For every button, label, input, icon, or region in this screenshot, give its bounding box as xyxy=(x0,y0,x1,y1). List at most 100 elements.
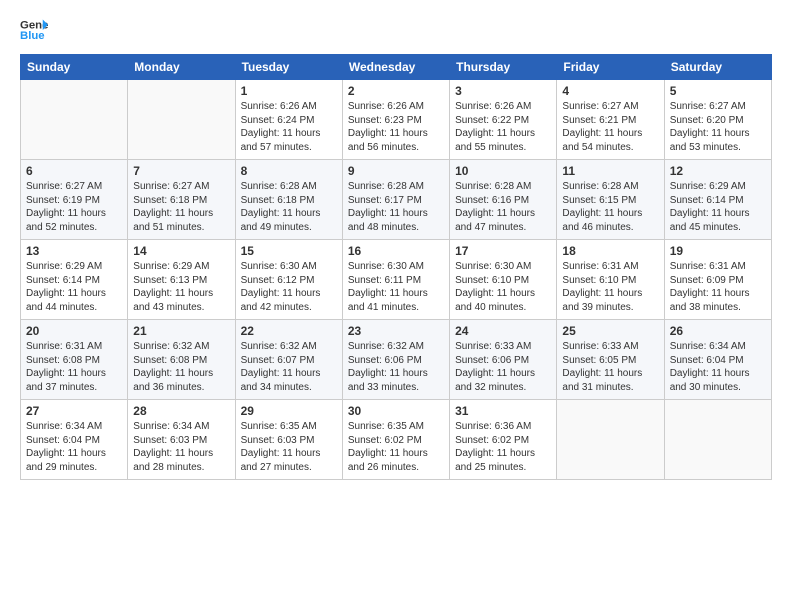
day-cell: 30 Sunrise: 6:35 AMSunset: 6:02 PMDayligh… xyxy=(342,400,449,480)
day-info: Sunrise: 6:32 AMSunset: 6:07 PMDaylight:… xyxy=(241,340,337,394)
day-info: Sunrise: 6:27 AMSunset: 6:18 PMDaylight:… xyxy=(133,180,229,234)
day-cell: 22 Sunrise: 6:32 AMSunset: 6:07 PMDayligh… xyxy=(235,320,342,400)
day-cell: 24 Sunrise: 6:33 AMSunset: 6:06 PMDayligh… xyxy=(450,320,557,400)
day-cell: 15Sunrise: 6:30 AMSunset: 6:12 PMDayligh… xyxy=(235,240,342,320)
day-info: Sunrise: 6:28 AMSunset: 6:18 PMDaylight:… xyxy=(241,180,337,234)
day-info: Sunrise: 6:30 AMSunset: 6:11 PMDaylight:… xyxy=(348,260,444,314)
page: General Blue SundayMondayTuesdayWednesda… xyxy=(0,0,792,612)
day-info: Sunrise: 6:30 AMSunset: 6:12 PMDaylight:… xyxy=(241,260,337,314)
day-info: Sunrise: 6:31 AMSunset: 6:09 PMDaylight:… xyxy=(670,260,766,314)
day-number: 22 xyxy=(241,324,337,338)
day-cell xyxy=(21,80,128,160)
day-number: 25 xyxy=(562,324,658,338)
day-cell: 20 Sunrise: 6:31 AMSunset: 6:08 PMDayligh… xyxy=(21,320,128,400)
day-number: 10 xyxy=(455,164,551,178)
day-cell: 13 Sunrise: 6:29 AMSunset: 6:14 PMDayligh… xyxy=(21,240,128,320)
day-number: 21 xyxy=(133,324,229,338)
day-cell: 21 Sunrise: 6:32 AMSunset: 6:08 PMDayligh… xyxy=(128,320,235,400)
day-info: Sunrise: 6:28 AMSunset: 6:15 PMDaylight:… xyxy=(562,180,658,234)
day-number: 31 xyxy=(455,404,551,418)
day-info: Sunrise: 6:31 AMSunset: 6:10 PMDaylight:… xyxy=(562,260,658,314)
day-cell: 2 Sunrise: 6:26 AMSunset: 6:23 PMDaylight… xyxy=(342,80,449,160)
day-info: Sunrise: 6:27 AMSunset: 6:19 PMDaylight:… xyxy=(26,180,122,234)
day-info: Sunrise: 6:31 AMSunset: 6:08 PMDaylight:… xyxy=(26,340,122,394)
day-cell: 9 Sunrise: 6:28 AMSunset: 6:17 PMDaylight… xyxy=(342,160,449,240)
day-number: 16 xyxy=(348,244,444,258)
day-number: 19 xyxy=(670,244,766,258)
day-info: Sunrise: 6:33 AMSunset: 6:06 PMDaylight:… xyxy=(455,340,551,394)
day-number: 13 xyxy=(26,244,122,258)
day-number: 1 xyxy=(241,84,337,98)
day-cell: 25 Sunrise: 6:33 AMSunset: 6:05 PMDayligh… xyxy=(557,320,664,400)
day-cell: 12Sunrise: 6:29 AMSunset: 6:14 PMDayligh… xyxy=(664,160,771,240)
day-cell: 6 Sunrise: 6:27 AMSunset: 6:19 PMDaylight… xyxy=(21,160,128,240)
day-number: 14 xyxy=(133,244,229,258)
day-header-tuesday: Tuesday xyxy=(235,55,342,80)
day-info: Sunrise: 6:27 AMSunset: 6:21 PMDaylight:… xyxy=(562,100,658,154)
day-cell: 11 Sunrise: 6:28 AMSunset: 6:15 PMDayligh… xyxy=(557,160,664,240)
day-cell: 28Sunrise: 6:34 AMSunset: 6:03 PMDayligh… xyxy=(128,400,235,480)
header: General Blue xyxy=(20,16,772,44)
day-info: Sunrise: 6:27 AMSunset: 6:20 PMDaylight:… xyxy=(670,100,766,154)
day-number: 23 xyxy=(348,324,444,338)
day-info: Sunrise: 6:26 AMSunset: 6:24 PMDaylight:… xyxy=(241,100,337,154)
day-info: Sunrise: 6:33 AMSunset: 6:05 PMDaylight:… xyxy=(562,340,658,394)
calendar-table: SundayMondayTuesdayWednesdayThursdayFrid… xyxy=(20,54,772,480)
day-info: Sunrise: 6:35 AMSunset: 6:02 PMDaylight:… xyxy=(348,420,444,474)
day-number: 9 xyxy=(348,164,444,178)
day-info: Sunrise: 6:34 AMSunset: 6:04 PMDaylight:… xyxy=(26,420,122,474)
day-info: Sunrise: 6:26 AMSunset: 6:23 PMDaylight:… xyxy=(348,100,444,154)
day-number: 18 xyxy=(562,244,658,258)
day-cell: 31Sunrise: 6:36 AMSunset: 6:02 PMDayligh… xyxy=(450,400,557,480)
day-cell: 5 Sunrise: 6:27 AMSunset: 6:20 PMDaylight… xyxy=(664,80,771,160)
day-info: Sunrise: 6:29 AMSunset: 6:14 PMDaylight:… xyxy=(26,260,122,314)
day-number: 3 xyxy=(455,84,551,98)
day-cell: 27Sunrise: 6:34 AMSunset: 6:04 PMDayligh… xyxy=(21,400,128,480)
day-info: Sunrise: 6:28 AMSunset: 6:17 PMDaylight:… xyxy=(348,180,444,234)
day-cell: 29 Sunrise: 6:35 AMSunset: 6:03 PMDayligh… xyxy=(235,400,342,480)
day-cell: 23 Sunrise: 6:32 AMSunset: 6:06 PMDayligh… xyxy=(342,320,449,400)
day-cell xyxy=(664,400,771,480)
day-header-saturday: Saturday xyxy=(664,55,771,80)
day-number: 2 xyxy=(348,84,444,98)
svg-text:Blue: Blue xyxy=(20,30,45,42)
day-cell: 18 Sunrise: 6:31 AMSunset: 6:10 PMDayligh… xyxy=(557,240,664,320)
week-row-1: 1 Sunrise: 6:26 AMSunset: 6:24 PMDaylight… xyxy=(21,80,772,160)
week-row-2: 6 Sunrise: 6:27 AMSunset: 6:19 PMDaylight… xyxy=(21,160,772,240)
day-number: 30 xyxy=(348,404,444,418)
day-cell: 8Sunrise: 6:28 AMSunset: 6:18 PMDaylight… xyxy=(235,160,342,240)
day-number: 11 xyxy=(562,164,658,178)
day-number: 24 xyxy=(455,324,551,338)
day-info: Sunrise: 6:26 AMSunset: 6:22 PMDaylight:… xyxy=(455,100,551,154)
day-number: 20 xyxy=(26,324,122,338)
day-number: 28 xyxy=(133,404,229,418)
day-info: Sunrise: 6:34 AMSunset: 6:04 PMDaylight:… xyxy=(670,340,766,394)
day-cell: 4Sunrise: 6:27 AMSunset: 6:21 PMDaylight… xyxy=(557,80,664,160)
day-number: 5 xyxy=(670,84,766,98)
day-info: Sunrise: 6:28 AMSunset: 6:16 PMDaylight:… xyxy=(455,180,551,234)
day-cell: 3 Sunrise: 6:26 AMSunset: 6:22 PMDaylight… xyxy=(450,80,557,160)
day-header-sunday: Sunday xyxy=(21,55,128,80)
day-cell: 17 Sunrise: 6:30 AMSunset: 6:10 PMDayligh… xyxy=(450,240,557,320)
day-cell: 10 Sunrise: 6:28 AMSunset: 6:16 PMDayligh… xyxy=(450,160,557,240)
day-cell: 7 Sunrise: 6:27 AMSunset: 6:18 PMDaylight… xyxy=(128,160,235,240)
day-header-monday: Monday xyxy=(128,55,235,80)
day-number: 7 xyxy=(133,164,229,178)
day-info: Sunrise: 6:32 AMSunset: 6:06 PMDaylight:… xyxy=(348,340,444,394)
day-number: 6 xyxy=(26,164,122,178)
week-row-3: 13 Sunrise: 6:29 AMSunset: 6:14 PMDayligh… xyxy=(21,240,772,320)
week-row-5: 27Sunrise: 6:34 AMSunset: 6:04 PMDayligh… xyxy=(21,400,772,480)
day-info: Sunrise: 6:32 AMSunset: 6:08 PMDaylight:… xyxy=(133,340,229,394)
day-number: 12 xyxy=(670,164,766,178)
day-cell: 14Sunrise: 6:29 AMSunset: 6:13 PMDayligh… xyxy=(128,240,235,320)
day-header-wednesday: Wednesday xyxy=(342,55,449,80)
logo: General Blue xyxy=(20,16,48,44)
day-info: Sunrise: 6:35 AMSunset: 6:03 PMDaylight:… xyxy=(241,420,337,474)
day-number: 17 xyxy=(455,244,551,258)
day-info: Sunrise: 6:30 AMSunset: 6:10 PMDaylight:… xyxy=(455,260,551,314)
day-header-friday: Friday xyxy=(557,55,664,80)
day-cell: 19 Sunrise: 6:31 AMSunset: 6:09 PMDayligh… xyxy=(664,240,771,320)
day-cell: 16 Sunrise: 6:30 AMSunset: 6:11 PMDayligh… xyxy=(342,240,449,320)
header-row: SundayMondayTuesdayWednesdayThursdayFrid… xyxy=(21,55,772,80)
day-number: 29 xyxy=(241,404,337,418)
